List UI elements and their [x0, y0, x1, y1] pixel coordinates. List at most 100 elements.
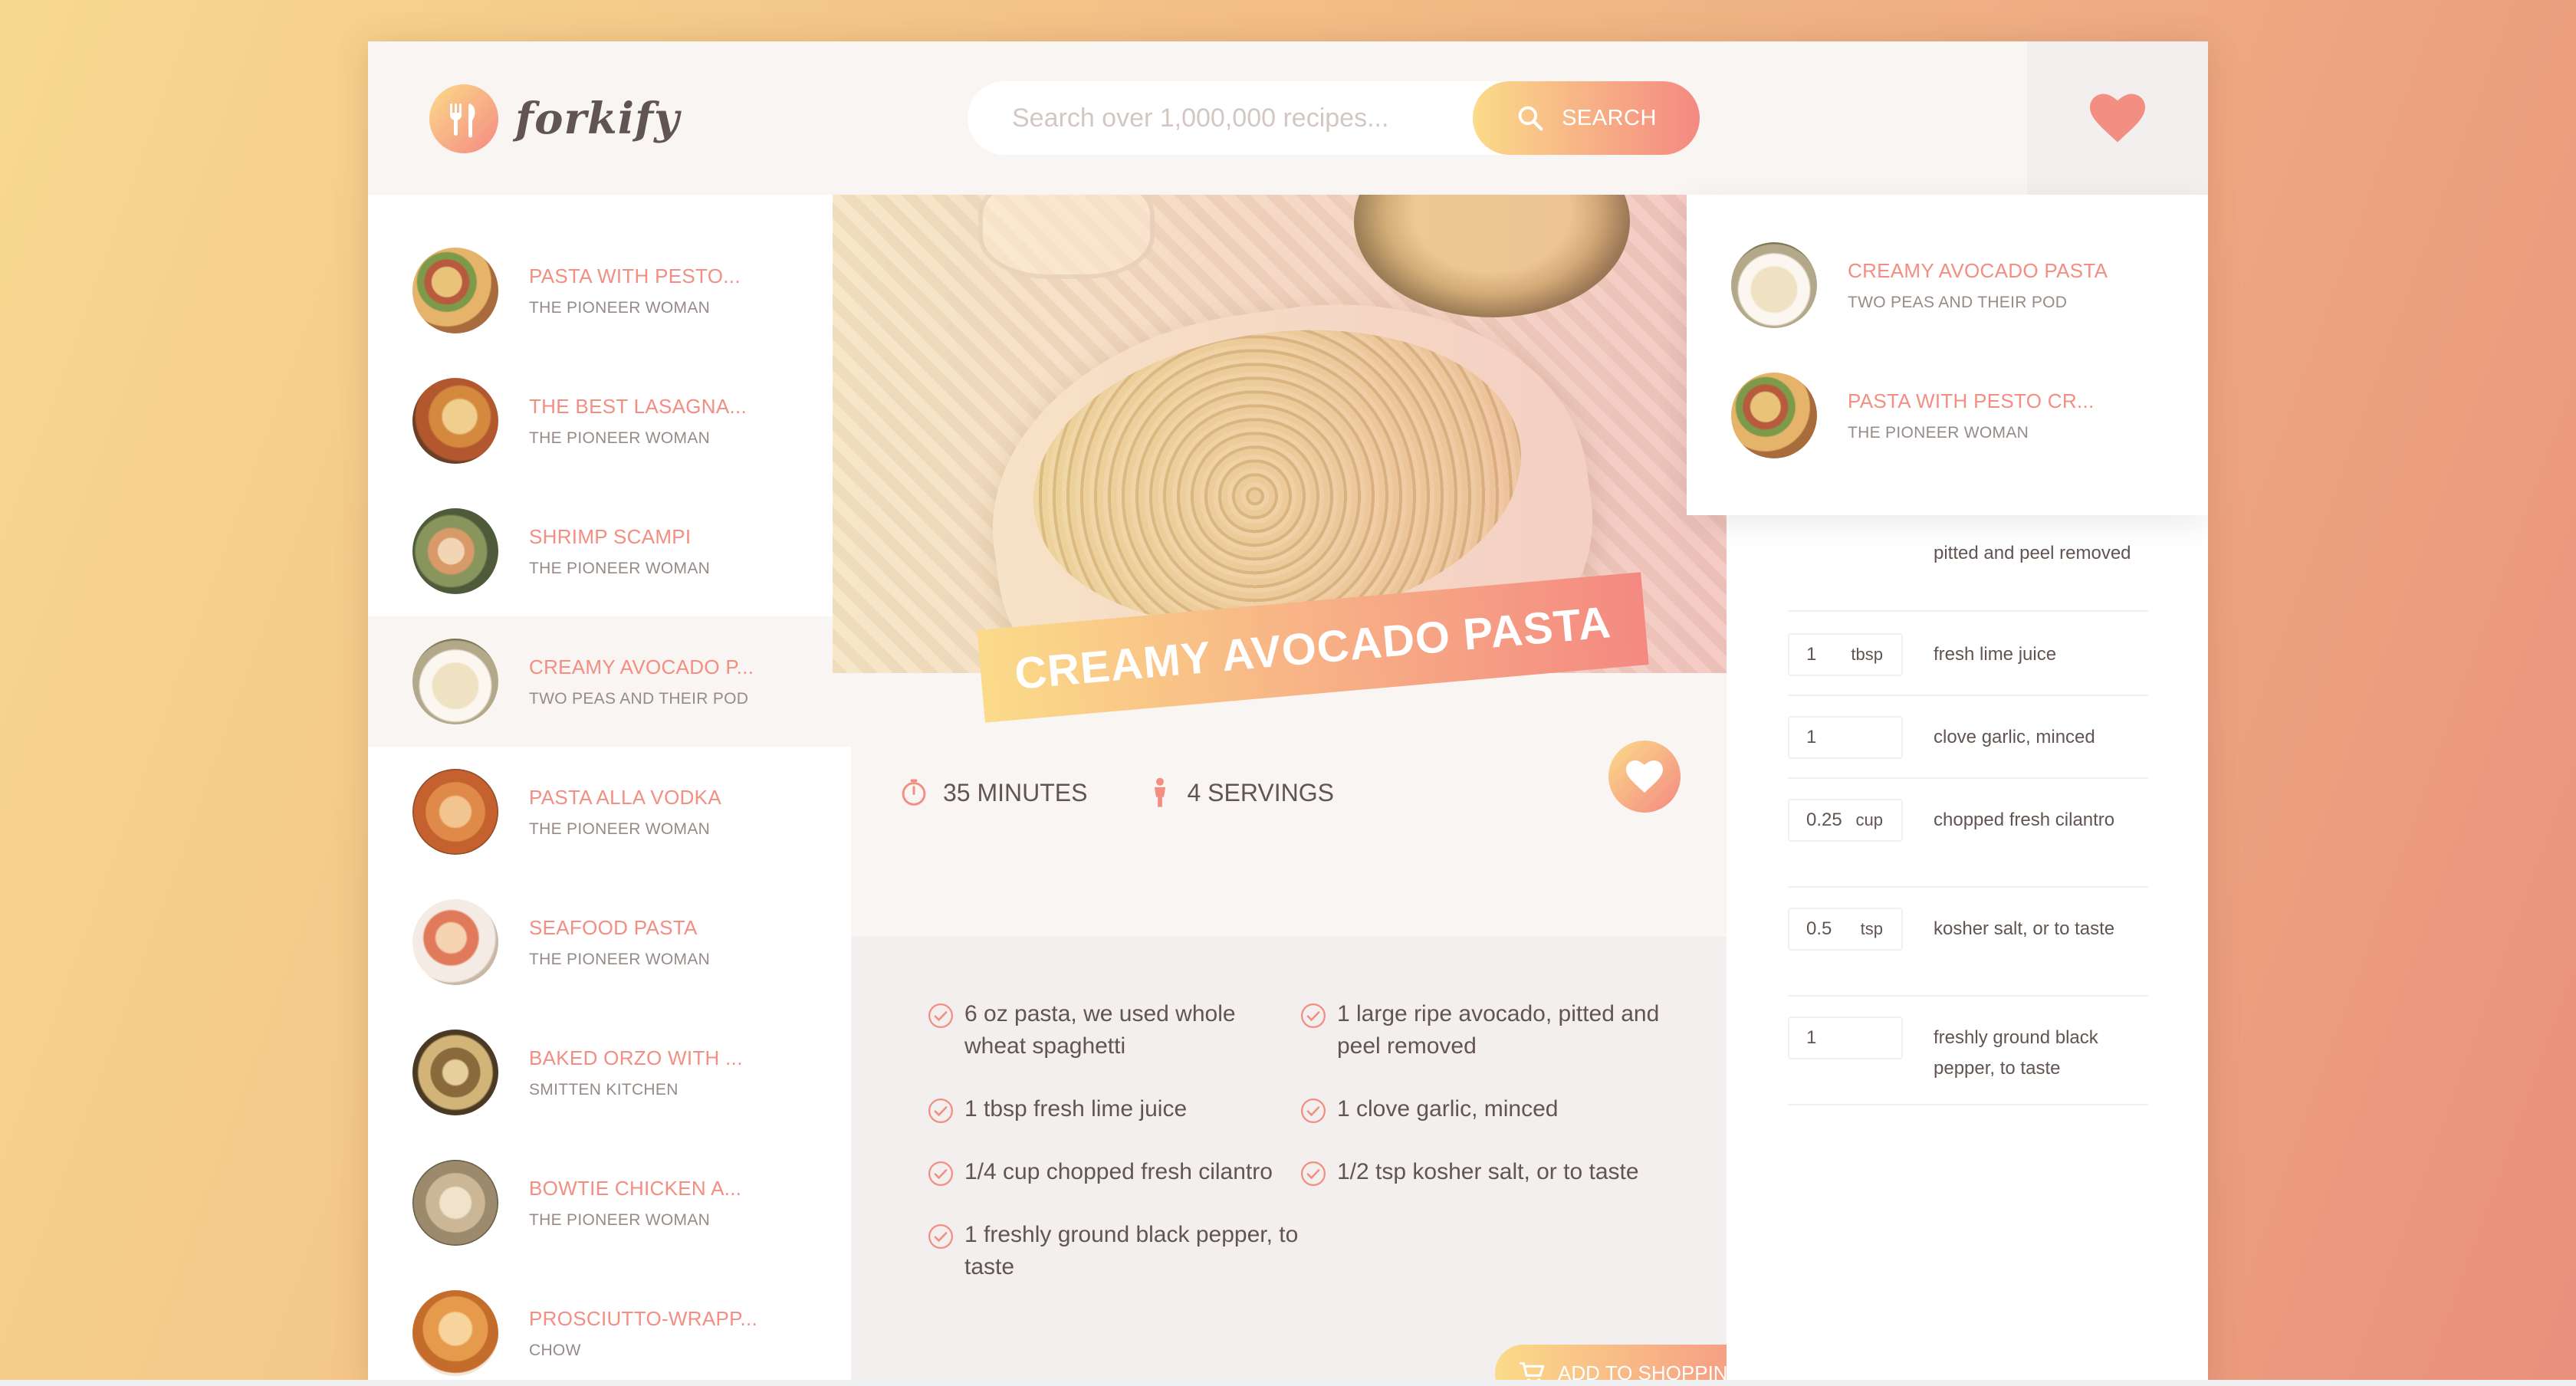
ingredient-text: 6 oz pasta, we used whole wheat spaghett…: [964, 1001, 1236, 1059]
result-name: BAKED ORZO WITH ...: [529, 1046, 743, 1069]
recipe-details: 35 MINUTES 4 SERVINGS: [851, 741, 1727, 813]
search-form: SEARCH: [968, 81, 1700, 155]
shopping-count-input[interactable]: 0.5 tsp: [1788, 908, 1903, 951]
result-name: SEAFOOD PASTA: [529, 915, 698, 939]
recipe-thumbnail: [412, 1160, 498, 1246]
shopping-item: 1 clove garlic, minced: [1788, 696, 2148, 779]
recipe-thumbnail: [412, 899, 498, 985]
result-item[interactable]: BAKED ORZO WITH ... SMITTEN KITCHEN: [368, 1007, 851, 1138]
search-icon: [1518, 106, 1543, 131]
check-icon: [928, 1003, 954, 1029]
logo[interactable]: forkify: [429, 84, 680, 153]
result-author: THE PIONEER WOMAN: [529, 559, 711, 577]
shopping-count-input[interactable]: 1 tbsp: [1788, 633, 1903, 676]
recipe-thumbnail: [412, 639, 498, 724]
shopping-desc: kosher salt, or to taste: [1934, 918, 2115, 939]
ingredient-text: 1 tbsp fresh lime juice: [964, 1096, 1188, 1122]
stopwatch-icon: [902, 779, 926, 806]
shopping-item: 0.25 cup chopped fresh cilantro: [1788, 779, 2148, 888]
recipe-thumbnail: [412, 769, 498, 855]
recipe-time-unit: MINUTES: [977, 778, 1088, 806]
result-name: PASTA WITH PESTO...: [529, 264, 741, 287]
check-icon: [928, 1161, 954, 1187]
result-name: PASTA ALLA VODKA: [529, 785, 721, 809]
result-item[interactable]: PROSCIUTTO-WRAPP... CHOW: [368, 1268, 851, 1386]
search-input[interactable]: [968, 81, 1489, 155]
liked-recipe-author: TWO PEAS AND THEIR POD: [1848, 293, 2068, 311]
liked-recipe-name: CREAMY AVOCADO PASTA: [1848, 258, 2108, 282]
result-name: SHRIMP SCAMPI: [529, 524, 692, 548]
ingredient-item: 1 large ripe avocado, pitted and peel re…: [1300, 998, 1673, 1062]
heart-icon: [2090, 94, 2145, 143]
person-icon: [1155, 777, 1166, 807]
shopping-desc: chopped fresh cilantro: [1934, 810, 2115, 830]
result-author: SMITTEN KITCHEN: [529, 1080, 678, 1099]
recipe-thumbnail: [412, 1030, 498, 1115]
ingredient-item: 1 freshly ground black pepper, to taste: [928, 1219, 1300, 1283]
result-author: TWO PEAS AND THEIR POD: [529, 689, 749, 708]
search-results-list: PASTA WITH PESTO... THE PIONEER WOMAN THE…: [368, 195, 851, 1386]
check-icon: [928, 1098, 954, 1124]
liked-recipe-item[interactable]: CREAMY AVOCADO PASTA TWO PEAS AND THEIR P…: [1731, 242, 2108, 328]
recipe-thumbnail: [412, 378, 498, 464]
check-icon: [1300, 1003, 1326, 1029]
recipe-thumbnail: [1731, 242, 1817, 328]
result-item-active[interactable]: CREAMY AVOCADO P... TWO PEAS AND THEIR PO…: [368, 616, 851, 747]
shopping-count: 1: [1806, 1027, 1817, 1048]
shopping-desc: pitted and peel removed: [1934, 543, 2131, 563]
shopping-desc: freshly ground black pepper, to taste: [1934, 1027, 2098, 1079]
result-item[interactable]: SEAFOOD PASTA THE PIONEER WOMAN: [368, 877, 851, 1007]
search-button[interactable]: SEARCH: [1473, 81, 1700, 155]
ingredient-item: 1 clove garlic, minced: [1300, 1093, 1673, 1125]
shopping-count: 0.5: [1806, 918, 1832, 939]
ingredient-item: 1/2 tsp kosher salt, or to taste: [1300, 1156, 1673, 1188]
shopping-item: 1 tbsp fresh lime juice: [1788, 612, 2148, 696]
recipe-ingredients: 6 oz pasta, we used whole wheat spaghett…: [851, 937, 1727, 1386]
result-item[interactable]: BOWTIE CHICKEN A... THE PIONEER WOMAN: [368, 1138, 851, 1268]
shopping-item: 1 freshly ground black pepper, to taste: [1788, 997, 2148, 1105]
ingredient-text: 1/4 cup chopped fresh cilantro: [964, 1159, 1273, 1184]
recipe-time: 35 MINUTES: [900, 778, 1087, 807]
result-name: PROSCIUTTO-WRAPP...: [529, 1306, 757, 1330]
result-item[interactable]: SHRIMP SCAMPI THE PIONEER WOMAN: [368, 486, 851, 616]
logo-text: forkify: [515, 94, 680, 144]
result-author: THE PIONEER WOMAN: [529, 298, 711, 317]
shopping-item: 0.5 tsp kosher salt, or to taste: [1788, 888, 2148, 997]
result-name: CREAMY AVOCADO P...: [529, 655, 754, 678]
result-name: THE BEST LASAGNA...: [529, 394, 748, 418]
result-item[interactable]: PASTA ALLA VODKA THE PIONEER WOMAN: [368, 747, 851, 877]
liked-recipe-author: THE PIONEER WOMAN: [1848, 423, 2029, 442]
like-recipe-button[interactable]: [1608, 741, 1681, 813]
likes-panel: CREAMY AVOCADO PASTA TWO PEAS AND THEIR P…: [1687, 195, 2208, 515]
shopping-unit: tbsp: [1851, 645, 1883, 664]
shopping-unit: cup: [1855, 810, 1883, 829]
fork-knife-icon: [429, 84, 498, 153]
ingredient-item: 1 tbsp fresh lime juice: [928, 1093, 1300, 1125]
liked-recipe-name: PASTA WITH PESTO CR...: [1848, 389, 2095, 412]
ingredient-item: 6 oz pasta, we used whole wheat spaghett…: [928, 998, 1300, 1062]
shopping-count-input[interactable]: 0.25 cup: [1788, 799, 1903, 842]
ingredient-text: 1 clove garlic, minced: [1337, 1096, 1559, 1122]
check-icon: [1300, 1098, 1326, 1124]
shopping-count-input[interactable]: 1: [1788, 716, 1903, 759]
recipe-servings-unit: SERVINGS: [1208, 778, 1334, 806]
shopping-desc: fresh lime juice: [1934, 644, 2057, 665]
result-author: THE PIONEER WOMAN: [529, 819, 711, 838]
check-icon: [1300, 1161, 1326, 1187]
result-item[interactable]: THE BEST LASAGNA... THE PIONEER WOMAN: [368, 356, 851, 486]
shopping-count-input[interactable]: 1: [1788, 1017, 1903, 1059]
header: forkify SEARCH: [368, 41, 2208, 195]
bottom-strip: [0, 1380, 2576, 1386]
ingredient-text: 1 large ripe avocado, pitted and peel re…: [1337, 1001, 1660, 1059]
result-author: THE PIONEER WOMAN: [529, 950, 711, 968]
result-author: THE PIONEER WOMAN: [529, 429, 711, 447]
app-container: forkify SEARCH PASTA WITH PESTO... THE PI…: [368, 41, 2208, 1386]
recipe-servings-value: 4: [1187, 778, 1201, 806]
result-item[interactable]: PASTA WITH PESTO... THE PIONEER WOMAN: [368, 225, 851, 356]
liked-recipe-item[interactable]: PASTA WITH PESTO CR... THE PIONEER WOMAN: [1731, 373, 2095, 458]
result-author: THE PIONEER WOMAN: [529, 1210, 711, 1229]
recipe-thumbnail: [412, 248, 498, 333]
ingredient-item: 1/4 cup chopped fresh cilantro: [928, 1156, 1300, 1188]
shopping-desc: clove garlic, minced: [1934, 727, 2095, 747]
likes-menu-button[interactable]: [2027, 41, 2208, 195]
